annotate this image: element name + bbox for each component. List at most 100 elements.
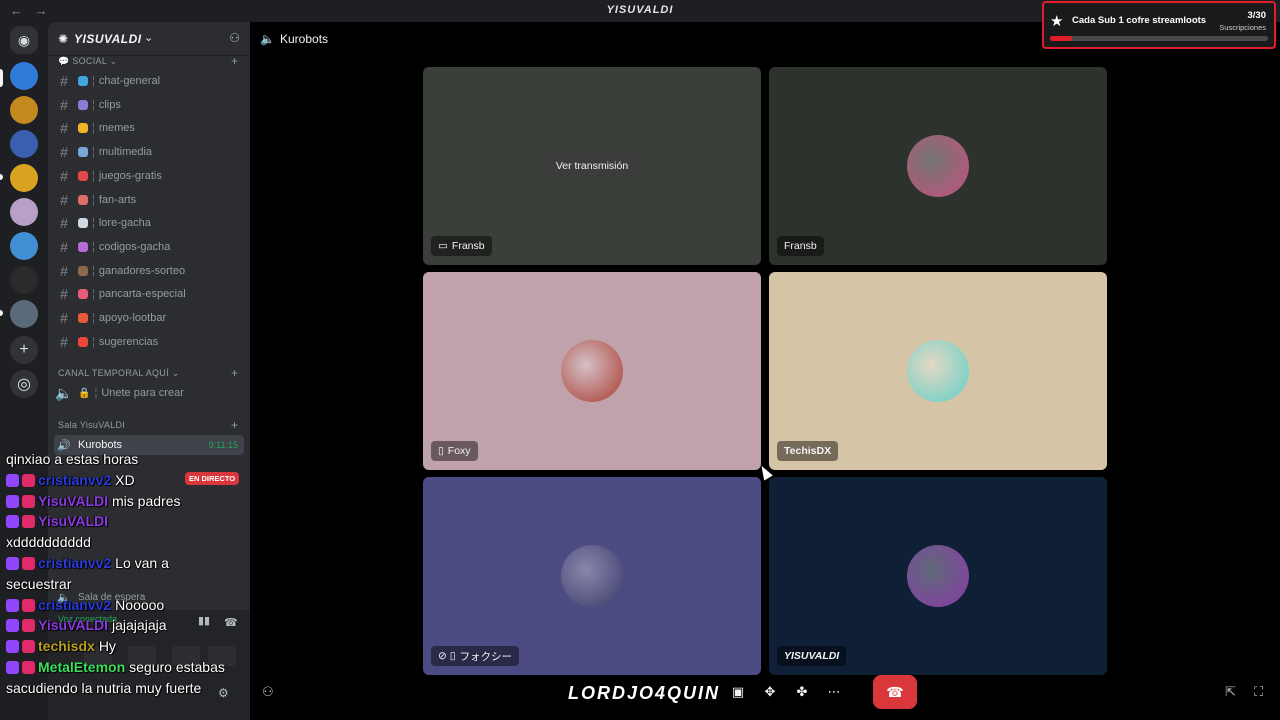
hash-icon: # <box>60 238 68 255</box>
channel-ganadores-sorteo[interactable]: # ¦ ganadores-sorteo <box>54 260 244 282</box>
chat-message: secuestrar <box>6 573 71 595</box>
channel-emoji-icon <box>78 123 88 134</box>
add-channel-icon[interactable]: + <box>231 366 238 380</box>
discord-home-icon[interactable]: ◉ <box>10 26 38 54</box>
explore-icon[interactable]: ◎ <box>10 370 38 398</box>
twitch-badge-icon <box>6 557 19 570</box>
channel-juegos-gratis[interactable]: # ¦ juegos-gratis <box>54 165 244 187</box>
server-icon[interactable] <box>10 232 38 260</box>
fullscreen-icon[interactable]: ⛶ <box>1254 684 1263 700</box>
channel-emoji-icon <box>78 218 88 229</box>
popout-icon[interactable]: ⇱ <box>1225 684 1236 700</box>
channel-emoji-icon <box>78 336 88 347</box>
participant-name: YISUVALDI <box>784 650 840 662</box>
chat-text: jajajajaja <box>112 617 167 634</box>
channel-emoji-icon <box>78 147 88 158</box>
channel-emoji-icon <box>78 194 88 205</box>
call-controls: ▣ ✥ ✤ ⋯ ☎ <box>725 675 917 709</box>
chat-text: Hy <box>98 638 116 655</box>
server-icon[interactable] <box>10 266 38 294</box>
participant-tile[interactable]: YISUVALDI <box>769 477 1107 675</box>
channel-sugerencias[interactable]: # ¦ sugerencias <box>54 331 244 353</box>
chat-username: YisuVALDI <box>38 617 109 634</box>
server-icon[interactable] <box>10 198 38 226</box>
chat-username: cristianvv2 <box>38 596 112 613</box>
channel-label: apoyo-lootbar <box>98 312 167 324</box>
hash-icon: # <box>60 120 68 137</box>
avatar <box>561 545 623 607</box>
server-icon[interactable] <box>10 300 38 328</box>
more-icon[interactable]: ⋯ <box>821 679 847 705</box>
chat-message: cristianvv2 Nooooo <box>6 594 164 616</box>
screen-share-icon[interactable]: ▣ <box>725 679 751 705</box>
guild-header[interactable]: ✺ YISUVALDI ⌄ ⚇ <box>48 22 250 56</box>
server-icon[interactable] <box>10 96 38 124</box>
lock-icon: 🔒 <box>78 387 91 399</box>
server-icon[interactable] <box>10 164 38 192</box>
participant-tile[interactable]: TechisDX <box>769 272 1107 470</box>
hash-icon: # <box>60 144 68 161</box>
channel-clips[interactable]: # ¦ clips <box>54 94 244 116</box>
category-label: CANAL TEMPORAL AQUÍ <box>58 368 169 378</box>
channel-memes[interactable]: # ¦ memes <box>54 117 244 139</box>
twitch-badge-icon <box>22 557 35 570</box>
participant-tile[interactable]: ▯ Foxy <box>423 272 761 470</box>
twitch-badge-icon <box>22 640 35 654</box>
channel-lore-gacha[interactable]: # ¦ lore-gacha <box>54 212 244 234</box>
category-temporal[interactable]: CANAL TEMPORAL AQUÍ ⌄ <box>58 368 180 379</box>
watch-stream-button[interactable]: Ver transmisión <box>547 154 637 178</box>
channel-chat-general[interactable]: # ¦ chat-general <box>54 70 244 92</box>
separator: ¦ <box>92 146 95 159</box>
voice-timer: 9:11:15 <box>208 440 238 450</box>
settings-icon[interactable]: ⚙ <box>218 686 229 700</box>
server-icon[interactable] <box>10 130 38 158</box>
participant-label: ▯ Foxy <box>431 441 478 461</box>
add-channel-icon[interactable]: + <box>231 418 238 432</box>
progress-bar <box>1050 36 1268 41</box>
participant-label: TechisDX <box>777 441 839 461</box>
channel-fan-arts[interactable]: # ¦ fan-arts <box>54 189 244 211</box>
channel-pancarta-especial[interactable]: # ¦ pancarta-especial <box>54 283 244 305</box>
add-server-icon[interactable]: + <box>10 336 38 364</box>
participant-name: フォクシー <box>459 650 513 663</box>
twitch-badge-icon <box>6 515 19 529</box>
twitch-badge-icon <box>6 661 19 674</box>
chat-message: YisuVALDI <box>6 510 112 532</box>
category-social[interactable]: 💬 SOCIAL ⌄ <box>58 56 117 67</box>
channel-label: pancarta-especial <box>98 288 186 301</box>
voice-channel-temporal[interactable]: 🔈 🔒 ¦ Unete para crear <box>54 382 244 404</box>
live-badge: EN DIRECTO <box>185 472 240 485</box>
server-icon[interactable] <box>10 62 38 90</box>
mute-phone-icon: ⊘ ▯ <box>438 650 456 662</box>
chat-username: techisdx <box>38 638 95 655</box>
sub-count: 3/30 <box>1247 10 1267 21</box>
chat-text: Lo van a <box>115 555 169 571</box>
category-label: SOCIAL <box>72 56 107 66</box>
soundboard-icon[interactable]: ✤ <box>789 679 815 705</box>
add-channel-icon[interactable]: + <box>231 54 238 68</box>
hangup-button[interactable]: ☎ <box>873 675 917 709</box>
channel-emoji-icon <box>78 265 88 276</box>
activity-icon[interactable]: ✥ <box>757 679 783 705</box>
participant-label: ▭ Fransb <box>431 236 492 256</box>
participant-label: YISUVALDI <box>777 646 847 666</box>
participant-tile[interactable]: ⊘ ▯ フォクシー <box>423 477 761 675</box>
channel-codigos-gacha[interactable]: # ¦ codigos-gacha <box>54 236 244 258</box>
guild-icon: ✺ <box>58 32 69 46</box>
channel-label: fan-arts <box>98 193 137 206</box>
avatar <box>907 340 969 402</box>
add-people-icon[interactable]: ⚇ <box>262 684 274 700</box>
channel-apoyo-lootbar[interactable]: # ¦ apoyo-lootbar <box>54 307 244 329</box>
participant-tile[interactable]: Fransb <box>769 67 1107 265</box>
participant-label: Fransb <box>777 236 824 256</box>
separator: ¦ <box>92 75 95 87</box>
chat-message: cristianvv2 XD <box>6 469 135 491</box>
chat-message: cristianvv2 Lo van a <box>6 552 169 574</box>
channel-multimedia[interactable]: # ¦ multimedia <box>54 141 244 163</box>
disconnect-icon[interactable]: ☎ <box>224 616 238 629</box>
category-sala[interactable]: Sala YisuVALDI <box>58 420 125 430</box>
phone-icon: ▯ <box>438 445 444 457</box>
selected-indicator <box>0 69 3 87</box>
participant-tile[interactable]: Ver transmisión ▭ Fransb <box>423 67 761 265</box>
invite-icon[interactable]: ⚇ <box>229 31 240 45</box>
